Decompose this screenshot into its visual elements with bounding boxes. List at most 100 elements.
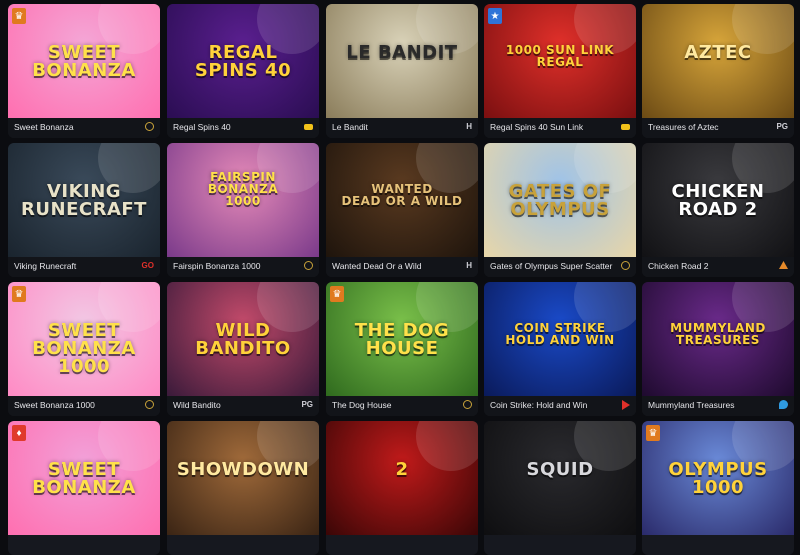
fire-badge-icon: ♦ bbox=[12, 425, 26, 441]
game-title: Sweet Bonanza 1000 bbox=[14, 400, 95, 410]
game-card[interactable]: SHOWDOWN bbox=[167, 421, 319, 555]
game-thumbnail[interactable]: WILD BANDITO bbox=[167, 282, 319, 396]
game-card[interactable]: FAIRSPIN BONANZA 1000 Fairspin Bonanza 10… bbox=[167, 143, 319, 277]
game-caption: Regal Spins 40 bbox=[167, 118, 319, 138]
game-thumbnail[interactable]: GATES OF OLYMPUS bbox=[484, 143, 636, 257]
game-logo-art: CHICKEN ROAD 2 bbox=[671, 181, 765, 220]
game-caption: Viking Runecraft GO bbox=[8, 257, 160, 277]
pg-icon: PG bbox=[776, 122, 788, 131]
pragmatic-icon bbox=[463, 400, 472, 411]
game-card[interactable]: LE BANDIT Le Bandit H bbox=[326, 4, 478, 138]
game-caption: Wild Bandito PG bbox=[167, 396, 319, 416]
game-logo-art: SWEET BONANZA 1000 bbox=[32, 320, 136, 377]
game-thumbnail[interactable]: 1000 SUN LINK REGAL ★ bbox=[484, 4, 636, 118]
game-logo-art: SWEET BONANZA bbox=[32, 459, 136, 498]
game-title: Sweet Bonanza bbox=[14, 122, 74, 132]
game-logo-art: SQUID bbox=[526, 459, 594, 480]
game-logo-art: MUMMYLAND TREASURES bbox=[670, 321, 766, 347]
game-logo-art: WANTED DEAD OR A WILD bbox=[341, 182, 463, 208]
game-card[interactable]: REGAL SPINS 40 Regal Spins 40 bbox=[167, 4, 319, 138]
game-caption: Coin Strike: Hold and Win bbox=[484, 396, 636, 416]
game-title: Regal Spins 40 bbox=[173, 122, 231, 132]
game-thumbnail[interactable]: SWEET BONANZA ♛ bbox=[8, 4, 160, 118]
game-thumbnail[interactable]: LE BANDIT bbox=[326, 4, 478, 118]
star-badge-icon: ★ bbox=[488, 8, 502, 24]
game-caption: Sweet Bonanza 1000 bbox=[8, 396, 160, 416]
game-logo-art: WILD BANDITO bbox=[195, 320, 291, 359]
game-card[interactable]: SWEET BONANZA ♛ Sweet Bonanza bbox=[8, 4, 160, 138]
game-title: Viking Runecraft bbox=[14, 261, 77, 271]
game-logo-art: 2 bbox=[395, 459, 409, 480]
game-card[interactable]: VIKING RUNECRAFT Viking Runecraft GO bbox=[8, 143, 160, 277]
hacksaw-icon: H bbox=[466, 261, 472, 270]
game-card[interactable]: THE DOG HOUSE ♛ The Dog House bbox=[326, 282, 478, 416]
game-logo-art: SHOWDOWN bbox=[176, 459, 310, 480]
game-thumbnail[interactable]: 2 bbox=[326, 421, 478, 535]
bgaming-icon bbox=[304, 122, 313, 132]
game-logo-art: SWEET BONANZA bbox=[32, 42, 136, 81]
game-card[interactable]: WILD BANDITO Wild Bandito PG bbox=[167, 282, 319, 416]
game-thumbnail[interactable]: SWEET BONANZA ♦ bbox=[8, 421, 160, 535]
game-caption: Chicken Road 2 bbox=[642, 257, 794, 277]
game-title: Mummyland Treasures bbox=[648, 400, 735, 410]
game-thumbnail[interactable]: THE DOG HOUSE ♛ bbox=[326, 282, 478, 396]
game-card[interactable]: MUMMYLAND TREASURES Mummyland Treasures bbox=[642, 282, 794, 416]
game-thumbnail[interactable]: SWEET BONANZA 1000 ♛ bbox=[8, 282, 160, 396]
game-logo-art: 1000 SUN LINK REGAL bbox=[505, 43, 615, 69]
game-logo-art: FAIRSPIN BONANZA 1000 bbox=[207, 170, 279, 208]
game-logo-art: REGAL SPINS 40 bbox=[194, 42, 292, 81]
game-thumbnail[interactable]: FAIRSPIN BONANZA 1000 bbox=[167, 143, 319, 257]
game-thumbnail[interactable]: WANTED DEAD OR A WILD bbox=[326, 143, 478, 257]
game-card[interactable]: OLYMPUS 1000 ♛ bbox=[642, 421, 794, 555]
game-card[interactable]: 1000 SUN LINK REGAL ★ Regal Spins 40 Sun L… bbox=[484, 4, 636, 138]
pragmatic-icon bbox=[621, 261, 630, 272]
game-logo-art: COIN STRIKE HOLD AND WIN bbox=[505, 321, 615, 347]
game-thumbnail[interactable]: OLYMPUS 1000 ♛ bbox=[642, 421, 794, 535]
game-caption: Wanted Dead Or a Wild H bbox=[326, 257, 478, 277]
belatra-icon bbox=[779, 400, 788, 411]
game-caption: Gates of Olympus Super Scatter bbox=[484, 257, 636, 277]
game-thumbnail[interactable]: SHOWDOWN bbox=[167, 421, 319, 535]
game-title: Regal Spins 40 Sun Link bbox=[490, 122, 584, 132]
game-card[interactable]: AZTEC Treasures of Aztec PG bbox=[642, 4, 794, 138]
pragmatic-icon bbox=[145, 400, 154, 411]
game-title: Gates of Olympus Super Scatter bbox=[490, 261, 613, 271]
playngo-icon: GO bbox=[141, 261, 154, 270]
game-thumbnail[interactable]: MUMMYLAND TREASURES bbox=[642, 282, 794, 396]
game-title: Chicken Road 2 bbox=[648, 261, 709, 271]
game-caption: Fairspin Bonanza 1000 bbox=[167, 257, 319, 277]
pragmatic-icon bbox=[145, 122, 154, 133]
crown-badge-icon: ♛ bbox=[12, 286, 26, 302]
game-caption: Mummyland Treasures bbox=[642, 396, 794, 416]
game-caption: Le Bandit H bbox=[326, 118, 478, 138]
game-card[interactable]: SQUID bbox=[484, 421, 636, 555]
crown-badge-icon: ♛ bbox=[646, 425, 660, 441]
game-logo-art: VIKING RUNECRAFT bbox=[21, 181, 147, 220]
game-thumbnail[interactable]: COIN STRIKE HOLD AND WIN bbox=[484, 282, 636, 396]
game-logo-art: GATES OF OLYMPUS bbox=[508, 181, 612, 220]
inout-icon bbox=[779, 261, 788, 271]
game-thumbnail[interactable]: VIKING RUNECRAFT bbox=[8, 143, 160, 257]
game-caption: The Dog House bbox=[326, 396, 478, 416]
playson-icon bbox=[622, 400, 630, 412]
pragmatic-icon bbox=[304, 261, 313, 272]
game-card[interactable]: CHICKEN ROAD 2 Chicken Road 2 bbox=[642, 143, 794, 277]
game-logo-art: AZTEC bbox=[684, 42, 752, 63]
game-card[interactable]: 2 bbox=[326, 421, 478, 555]
game-card[interactable]: SWEET BONANZA 1000 ♛ Sweet Bonanza 1000 bbox=[8, 282, 160, 416]
game-title: Le Bandit bbox=[332, 122, 368, 132]
game-card[interactable]: SWEET BONANZA ♦ bbox=[8, 421, 160, 555]
game-thumbnail[interactable]: AZTEC bbox=[642, 4, 794, 118]
game-card[interactable]: WANTED DEAD OR A WILD Wanted Dead Or a Wi… bbox=[326, 143, 478, 277]
game-thumbnail[interactable]: REGAL SPINS 40 bbox=[167, 4, 319, 118]
game-title: Treasures of Aztec bbox=[648, 122, 719, 132]
crown-badge-icon: ♛ bbox=[330, 286, 344, 302]
game-card[interactable]: GATES OF OLYMPUS Gates of Olympus Super S… bbox=[484, 143, 636, 277]
game-logo-art: THE DOG HOUSE bbox=[354, 320, 450, 359]
game-card[interactable]: COIN STRIKE HOLD AND WIN Coin Strike: Hol… bbox=[484, 282, 636, 416]
game-caption: Treasures of Aztec PG bbox=[642, 118, 794, 138]
game-thumbnail[interactable]: SQUID bbox=[484, 421, 636, 535]
game-thumbnail[interactable]: CHICKEN ROAD 2 bbox=[642, 143, 794, 257]
game-logo-art: OLYMPUS 1000 bbox=[668, 459, 768, 498]
game-caption: Regal Spins 40 Sun Link bbox=[484, 118, 636, 138]
